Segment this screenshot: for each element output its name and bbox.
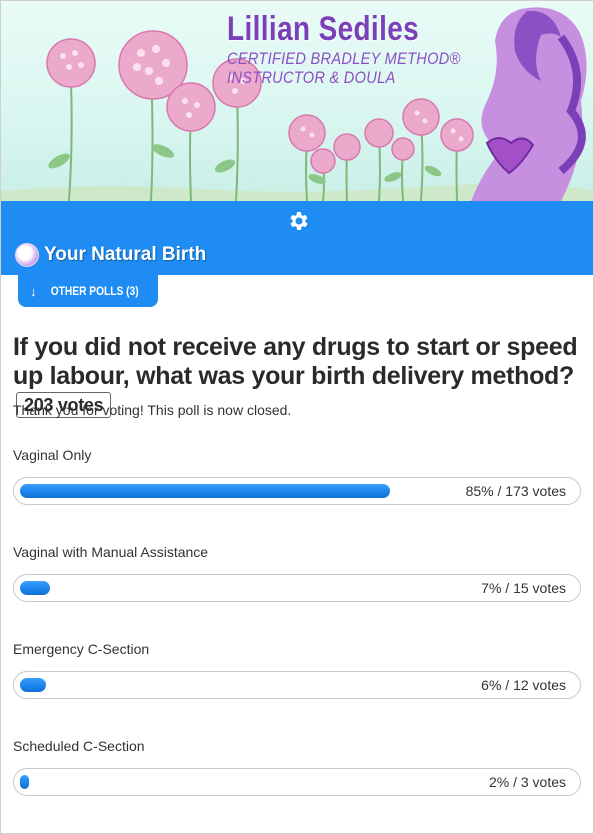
brand-logo-icon bbox=[15, 243, 39, 267]
answer-label: Vaginal with Manual Assistance bbox=[13, 544, 209, 560]
other-polls-label: OTHER POLLS (3) bbox=[50, 284, 139, 298]
brand-certification: CERTIFIED BRADLEY METHOD® bbox=[227, 49, 461, 68]
poll-header-bar: Your Natural Birth bbox=[1, 201, 593, 275]
result-bar: 85% / 173 votes bbox=[13, 477, 581, 505]
question-text: If you did not receive any drugs to star… bbox=[13, 333, 578, 390]
answer-label: Scheduled C-Section bbox=[13, 738, 145, 754]
result-bar-fill bbox=[20, 678, 46, 692]
result-bar: 2% / 3 votes bbox=[13, 768, 581, 796]
arrow-down-icon: ↓ bbox=[30, 283, 37, 299]
brand-title-block: Lillian Sediles CERTIFIED BRADLEY METHOD… bbox=[227, 9, 499, 87]
poll-status: Thank you for voting! This poll is now c… bbox=[13, 402, 292, 418]
result-text: 85% / 173 votes bbox=[465, 483, 566, 499]
result-bar-fill bbox=[20, 484, 390, 498]
brand-name: Lillian Sediles bbox=[227, 10, 420, 48]
answer-label: Emergency C-Section bbox=[13, 641, 150, 657]
result-bar-fill bbox=[20, 775, 29, 789]
result-text: 7% / 15 votes bbox=[481, 580, 566, 596]
poll-brand-title: Your Natural Birth bbox=[44, 244, 207, 265]
result-text: 6% / 12 votes bbox=[481, 677, 566, 693]
result-bar-fill bbox=[20, 581, 50, 595]
other-polls-button[interactable]: ↓ OTHER POLLS (3) bbox=[18, 275, 158, 307]
result-text: 2% / 3 votes bbox=[488, 774, 566, 790]
result-bar: 6% / 12 votes bbox=[13, 671, 581, 699]
poll-brand: Your Natural Birth bbox=[15, 243, 206, 267]
result-bar: 7% / 15 votes bbox=[13, 574, 581, 602]
brand-role: INSTRUCTOR & DOULA bbox=[227, 68, 396, 87]
answer-label: Vaginal Only bbox=[13, 447, 92, 463]
gear-icon[interactable] bbox=[286, 209, 310, 233]
header-banner: Lillian Sediles CERTIFIED BRADLEY METHOD… bbox=[1, 1, 593, 201]
